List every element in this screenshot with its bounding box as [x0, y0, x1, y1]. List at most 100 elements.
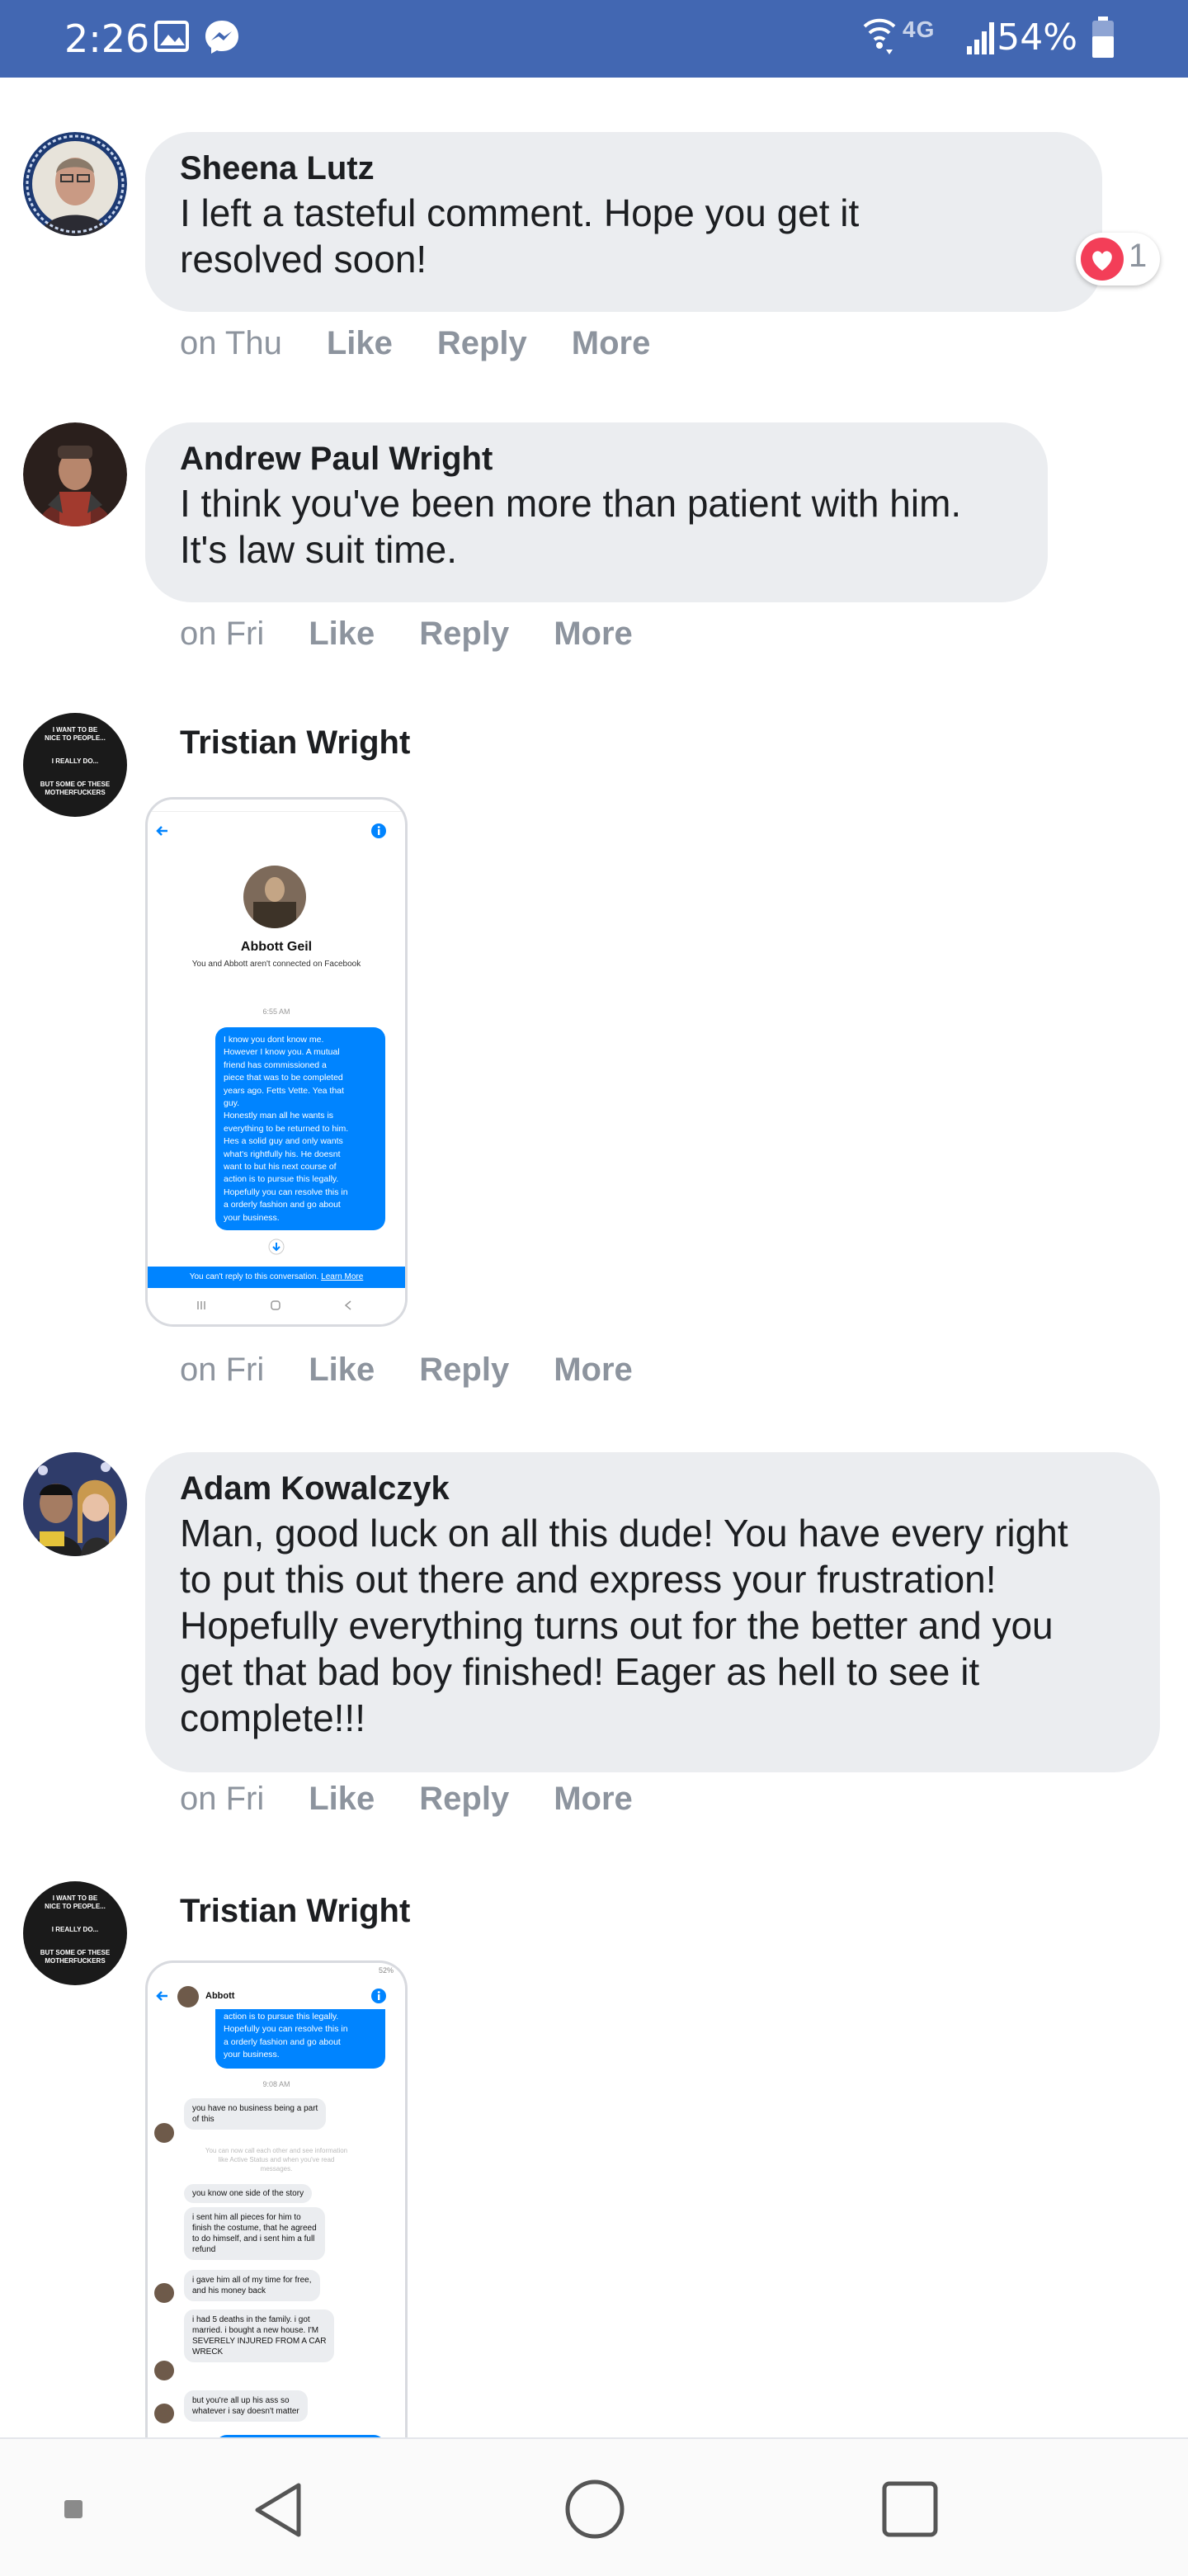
message-line: a orderly fashion and go about — [224, 1200, 341, 1210]
message-line: friend has commissioned a — [224, 1059, 327, 1070]
message-line: you know one side of the story — [192, 2189, 304, 2198]
contact-subtitle: You and Abbott aren't connected on Faceb… — [191, 960, 361, 969]
comment-text-line: to put this out there and express your f… — [180, 1558, 997, 1601]
comment-time: on Fri — [180, 1352, 265, 1388]
battery-icon — [1092, 17, 1114, 58]
nav-indicator — [64, 2500, 82, 2518]
reply-button[interactable]: Reply — [419, 1781, 509, 1818]
like-button[interactable]: Like — [327, 325, 393, 362]
message-line: you have no business being a part — [192, 2104, 318, 2113]
message-line: WRECK — [192, 2347, 224, 2357]
contact-photo — [243, 866, 306, 928]
comment-text-line: get that bad boy finished! Eager as hell… — [180, 1650, 980, 1693]
comment-author[interactable]: Tristian Wright — [180, 724, 410, 762]
comment-image-screenshot[interactable]: 52% Abbott action is to pursue this lega… — [145, 1960, 408, 2437]
comment-actions: on Thu Like Reply More — [180, 325, 695, 362]
comment-time: on Fri — [180, 1781, 265, 1817]
avatar-caption: I WANT TO BE — [52, 726, 98, 734]
reaction-count: 1 — [1129, 238, 1148, 274]
message-line: refund — [192, 2245, 216, 2254]
avatar-caption: BUT SOME OF THESE — [40, 781, 111, 788]
message-line: and his money back — [192, 2286, 266, 2295]
comment-actions: on Fri Like Reply More — [180, 1352, 677, 1389]
notice-line: You can now call each other and see info… — [205, 2147, 348, 2154]
avatar-caption: NICE TO PEOPLE... — [45, 1903, 106, 1910]
nav-home-icon[interactable] — [564, 2479, 625, 2540]
avatar-caption: MOTHERFUCKERS — [45, 1957, 106, 1965]
comment-author[interactable]: Andrew Paul Wright — [180, 437, 1015, 480]
messenger-icon — [205, 21, 238, 54]
sender-avatar — [154, 2123, 174, 2143]
message-line: whatever i say doesn't matter — [192, 2407, 299, 2416]
reaction-badge[interactable]: 1 — [1076, 233, 1160, 285]
back-arrow-icon — [156, 826, 167, 836]
footer-text: You can't reply to this conversation. — [189, 1272, 319, 1281]
message-line: what's rightfully his. He doesnt — [224, 1149, 341, 1159]
comment-bubble[interactable]: Sheena Lutz I left a tasteful comment. H… — [145, 132, 1102, 312]
nav-back-icon[interactable] — [251, 2480, 305, 2540]
more-button[interactable]: More — [554, 1352, 633, 1389]
back-arrow-icon — [156, 1991, 167, 2001]
reply-button[interactable]: Reply — [419, 616, 509, 653]
notice-line: like Active Status and when you've read — [218, 2156, 335, 2163]
image-icon — [154, 21, 189, 52]
comment-bubble[interactable]: Andrew Paul Wright I think you've been m… — [145, 422, 1048, 602]
more-button[interactable]: More — [554, 616, 633, 653]
like-button[interactable]: Like — [309, 1781, 375, 1818]
avatar-caption: MOTHERFUCKERS — [45, 789, 106, 796]
received-message: i gave him all of my time for free, and … — [184, 2270, 320, 2301]
message-line: action is to pursue this legally. — [224, 2012, 339, 2022]
message-line: I know you dont know me. — [224, 1035, 324, 1045]
comment-author[interactable]: Adam Kowalczyk — [180, 1467, 1127, 1510]
avatar-tristian-wright[interactable]: I WANT TO BE NICE TO PEOPLE... I REALLY … — [23, 1881, 127, 1985]
comment-text-line: I left a tasteful comment. Hope you get … — [180, 191, 860, 234]
comment-bubble[interactable]: Adam Kowalczyk Man, good luck on all thi… — [145, 1452, 1160, 1772]
contact-name: Abbott Geil — [240, 940, 313, 954]
message-line: piece that was to be completed — [224, 1073, 343, 1083]
comment-time: on Thu — [180, 325, 282, 361]
network-label: 4G — [903, 17, 936, 42]
reply-button[interactable]: Reply — [437, 325, 527, 362]
received-message: but you're all up his ass so whatever i … — [184, 2390, 308, 2422]
avatar-andrew-paul-wright[interactable] — [23, 422, 127, 526]
message-line: but you're all up his ass so — [192, 2396, 290, 2405]
reply-button[interactable]: Reply — [419, 1352, 509, 1389]
message-line: want to but his next course of — [224, 1162, 337, 1172]
comment-text-line: complete!!! — [180, 1696, 365, 1739]
conversation-footer: You can't reply to this conversation. Le… — [148, 1267, 405, 1288]
comment-author[interactable]: Sheena Lutz — [180, 147, 1069, 190]
home-icon — [271, 1300, 280, 1310]
comment-text-line: It's law suit time. — [180, 528, 457, 571]
avatar-caption: I WANT TO BE — [52, 1894, 98, 1902]
comment-image-screenshot[interactable]: Abbott Geil You and Abbott aren't connec… — [145, 797, 408, 1327]
back-icon — [344, 1300, 351, 1310]
like-button[interactable]: Like — [309, 1352, 375, 1389]
avatar-adam-kowalczyk[interactable] — [23, 1452, 127, 1556]
nav-recents-icon[interactable] — [881, 2480, 939, 2538]
avatar-sheena-lutz[interactable] — [23, 132, 127, 236]
received-message: i had 5 deaths in the family. i got marr… — [184, 2309, 335, 2362]
contact-name: Abbott — [205, 1991, 235, 2001]
message-line: finish the costume, that he agreed — [192, 2224, 317, 2233]
info-icon — [371, 823, 386, 838]
sender-avatar — [154, 2361, 174, 2380]
like-button[interactable]: Like — [309, 616, 375, 653]
sender-avatar — [154, 2404, 174, 2423]
received-message: you have no business being a part of thi… — [184, 2098, 327, 2130]
message-line: years ago. Fetts Vette. Yea that — [224, 1085, 344, 1096]
message-bubble: I know you dont know me. However I know … — [215, 1027, 385, 1230]
more-button[interactable]: More — [572, 325, 651, 362]
message-line: everything to be returned to him. — [224, 1123, 349, 1134]
battery-percent: 54% — [997, 17, 1077, 59]
message-line: to do himself, and i sent him a full — [192, 2234, 315, 2243]
message-line: Hopefully you can resolve this in — [224, 1187, 348, 1197]
comments-feed[interactable]: Sheena Lutz I left a tasteful comment. H… — [0, 78, 1188, 2437]
message-line: i gave him all of my time for free, — [192, 2276, 312, 2285]
more-button[interactable]: More — [554, 1781, 633, 1818]
scroll-down-icon — [268, 1238, 285, 1255]
message-line: i sent him all pieces for him to — [192, 2213, 301, 2222]
heart-reaction-icon — [1081, 238, 1124, 281]
avatar-caption: I REALLY DO... — [51, 757, 99, 765]
comment-author[interactable]: Tristian Wright — [180, 1893, 410, 1930]
avatar-tristian-wright[interactable]: I WANT TO BE NICE TO PEOPLE... I REALLY … — [23, 713, 127, 817]
